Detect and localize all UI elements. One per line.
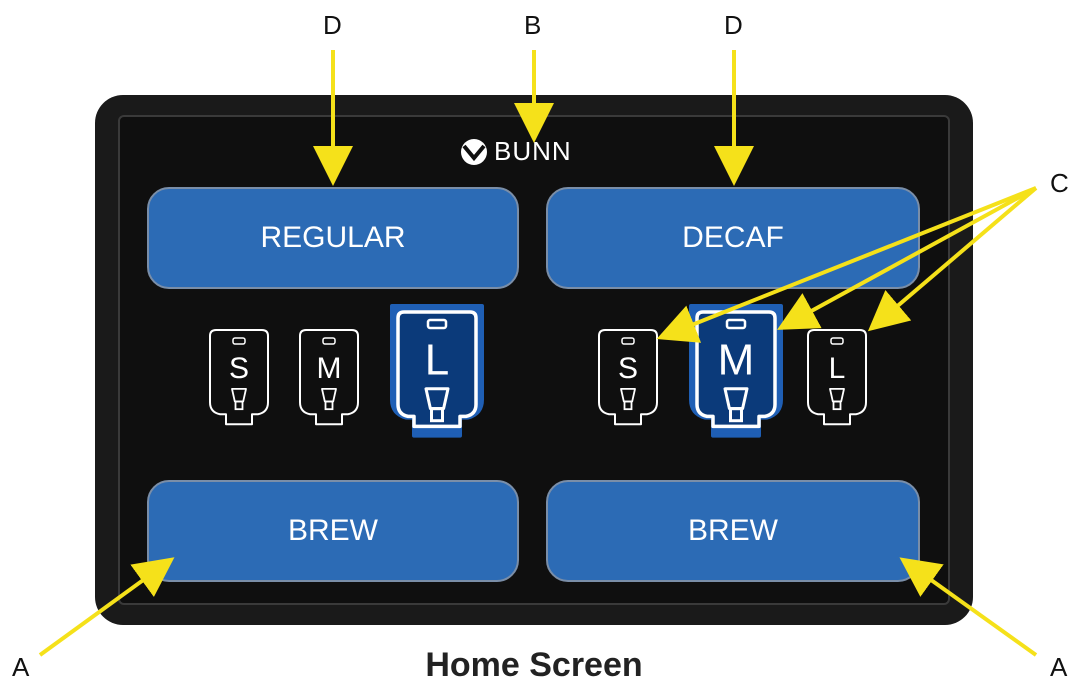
size-label: M bbox=[317, 352, 342, 385]
arrow-c-small bbox=[656, 186, 1037, 343]
size-label: S bbox=[229, 352, 249, 385]
arrow-a-left bbox=[38, 557, 175, 657]
arrow-a-right bbox=[899, 557, 1038, 657]
callout-arrows bbox=[38, 50, 1038, 657]
size-regular-m-button[interactable]: M bbox=[299, 329, 359, 426]
arrow-c-medium bbox=[776, 186, 1037, 330]
size-selector-regular: SML bbox=[209, 304, 484, 438]
size-label: M bbox=[718, 335, 755, 384]
size-regular-l-button[interactable]: L bbox=[390, 304, 484, 438]
size-label: L bbox=[829, 352, 846, 385]
size-regular-s-button[interactable]: S bbox=[209, 329, 269, 426]
size-label: L bbox=[425, 335, 449, 384]
arrow-c-large bbox=[867, 186, 1038, 332]
size-decaf-s-button[interactable]: S bbox=[598, 329, 658, 426]
size-decaf-m-button[interactable]: M bbox=[689, 304, 783, 438]
size-label: S bbox=[618, 352, 638, 385]
page-caption: Home Screen bbox=[425, 646, 643, 684]
size-decaf-l-button[interactable]: L bbox=[807, 329, 867, 426]
size-selector-decaf: SML bbox=[598, 304, 867, 438]
